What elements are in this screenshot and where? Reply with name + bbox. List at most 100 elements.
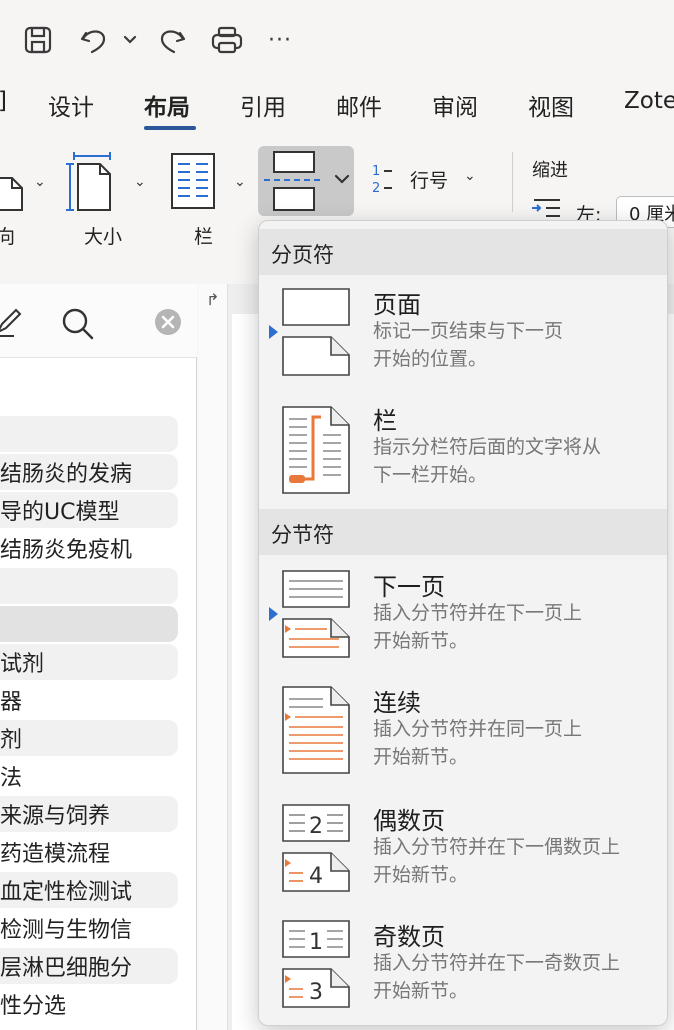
more-icon[interactable]: ···	[262, 22, 298, 58]
size-button[interactable]	[66, 152, 126, 218]
nav-item[interactable]: 结肠炎的发病	[0, 456, 132, 488]
nav-item[interactable]: 结肠炎免疫机	[0, 532, 132, 564]
vertical-ruler: ↱	[198, 284, 228, 1030]
save-icon[interactable]	[20, 22, 56, 58]
tab-stop-icon[interactable]: ↱	[206, 290, 219, 309]
menu-item-title: 下一页	[373, 573, 445, 601]
breaks-button[interactable]	[258, 146, 354, 216]
undo-icon[interactable]	[76, 22, 112, 58]
menu-item-desc: 指示分栏符后面的文字将从	[373, 436, 602, 458]
line-numbers-icon: 12	[372, 164, 392, 196]
tab-view[interactable]: 视图	[528, 88, 574, 122]
menu-item-desc: 插入分节符并在下一页上	[373, 602, 583, 624]
quick-access-toolbar: ···	[0, 0, 674, 80]
even-page-icon: 24	[282, 804, 350, 892]
menu-item-title: 栏	[373, 407, 397, 435]
menu-item-next-page[interactable]: 下一页 插入分节符并在下一页上 开始新节。	[259, 557, 667, 667]
search-icon[interactable]	[60, 306, 96, 342]
nav-item[interactable]: 性分选	[0, 988, 66, 1020]
columns-button[interactable]	[170, 152, 218, 212]
nav-heading-bg	[0, 720, 178, 756]
columns-icon	[171, 153, 215, 209]
menu-item-odd-page[interactable]: 13 奇数页 插入分节符并在下一奇数页上 开始新节。	[259, 907, 667, 1023]
menu-item-continuous[interactable]: 连续 插入分节符并在同一页上 开始新节。	[259, 673, 667, 789]
menu-item-desc: 开始新节。	[373, 864, 469, 886]
size-icon	[66, 152, 111, 211]
indent-title: 缩进	[532, 160, 568, 181]
nav-item[interactable]: 法	[0, 760, 22, 792]
nav-item[interactable]: 药造模流程	[0, 836, 110, 868]
odd-page-bottom-number: 3	[309, 980, 323, 1005]
columns-dropdown-icon[interactable]: ⌄	[234, 174, 246, 190]
navigation-pane-header	[0, 284, 197, 358]
close-search-icon[interactable]	[154, 308, 182, 336]
page-break-icon	[282, 288, 350, 376]
size-dropdown-icon[interactable]: ⌄	[134, 174, 146, 190]
breaks-icon	[264, 151, 350, 211]
nav-item[interactable]: 导的UC模型	[0, 494, 119, 526]
menu-item-desc: 插入分节符并在同一页上	[373, 718, 583, 740]
odd-page-icon: 13	[282, 920, 350, 1008]
tab-mailings[interactable]: 邮件	[336, 88, 382, 122]
tab-references[interactable]: 引用	[240, 88, 286, 122]
menu-item-desc: 插入分节符并在下一奇数页上	[373, 952, 621, 974]
menu-item-title: 偶数页	[373, 807, 445, 835]
svg-text:1: 1	[372, 164, 380, 179]
navigation-pane: 结肠炎的发病 导的UC模型 结肠炎免疫机 试剂 器 剂 法 来源与饲养 药造模流…	[0, 284, 197, 1030]
menu-item-desc: 开始的位置。	[373, 348, 488, 370]
menu-item-desc: 开始新节。	[373, 630, 469, 652]
line-numbers-button[interactable]: 12 行号 ⌄	[370, 162, 490, 202]
breaks-menu: 分页符 页面 标记一页结束与下一页 开始的位置。 栏 指示分栏符后面的文字将从 …	[258, 220, 668, 1026]
svg-text:2: 2	[372, 181, 380, 196]
print-icon[interactable]	[206, 22, 248, 58]
line-numbers-label: 行号	[410, 170, 449, 192]
selection-marker	[269, 607, 278, 621]
orientation-dropdown-icon[interactable]: ⌄	[34, 174, 46, 190]
nav-item[interactable]: 来源与饲养	[0, 798, 110, 830]
nav-heading-bg	[0, 568, 178, 604]
columns-label: 栏	[194, 226, 214, 248]
size-label: 大小	[84, 226, 123, 248]
selection-marker	[269, 325, 278, 339]
tab-zotero[interactable]: Zote	[624, 88, 674, 114]
undo-dropdown-icon[interactable]	[118, 22, 142, 58]
even-page-top-number: 2	[309, 814, 323, 839]
menu-item-desc: 下一栏开始。	[373, 464, 488, 486]
even-page-bottom-number: 4	[309, 864, 323, 889]
menu-item-desc: 插入分节符并在下一偶数页上	[373, 836, 621, 858]
active-tab-indicator	[144, 126, 196, 130]
nav-item[interactable]: 器	[0, 684, 22, 716]
menu-item-page-break[interactable]: 页面 标记一页结束与下一页 开始的位置。	[259, 275, 667, 385]
redo-icon[interactable]	[152, 22, 192, 58]
menu-item-title: 奇数页	[373, 923, 445, 951]
menu-item-even-page[interactable]: 24 偶数页 插入分节符并在下一偶数页上 开始新节。	[259, 791, 667, 907]
tab-partial[interactable]: ]	[0, 88, 7, 114]
edit-icon[interactable]	[0, 306, 22, 338]
indent-left-icon	[532, 199, 560, 217]
nav-item[interactable]: 检测与生物信	[0, 912, 132, 944]
menu-item-desc: 标记一页结束与下一页	[373, 320, 564, 342]
next-page-icon	[282, 570, 350, 658]
nav-item[interactable]: 剂	[0, 722, 22, 754]
nav-item[interactable]: 试剂	[0, 646, 44, 678]
menu-item-column-break[interactable]: 栏 指示分栏符后面的文字将从 下一栏开始。	[259, 391, 667, 509]
continuous-icon	[282, 686, 350, 774]
menu-item-desc: 开始新节。	[373, 746, 469, 768]
tab-review[interactable]: 审阅	[432, 88, 478, 122]
menu-item-desc: 开始新节。	[373, 980, 469, 1002]
column-break-icon	[282, 406, 350, 494]
section-breaks-header: 分节符	[259, 509, 667, 555]
tab-design[interactable]: 设计	[48, 88, 94, 122]
nav-heading-bg	[0, 416, 178, 452]
ribbon-separator	[512, 152, 513, 212]
nav-item[interactable]: 层淋巴细胞分	[0, 950, 132, 982]
orientation-icon	[0, 177, 23, 211]
tab-layout[interactable]: 布局	[144, 88, 190, 122]
orientation-label: 向	[0, 226, 16, 248]
line-numbers-dropdown-icon: ⌄	[464, 168, 476, 184]
odd-page-top-number: 1	[309, 930, 323, 955]
nav-heading-selected	[0, 606, 178, 642]
nav-item[interactable]: 血定性检测试	[0, 874, 132, 906]
menu-item-title: 页面	[373, 291, 421, 319]
ribbon-tabs: ] 设计 布局 引用 邮件 审阅 视图 Zote	[0, 80, 674, 134]
